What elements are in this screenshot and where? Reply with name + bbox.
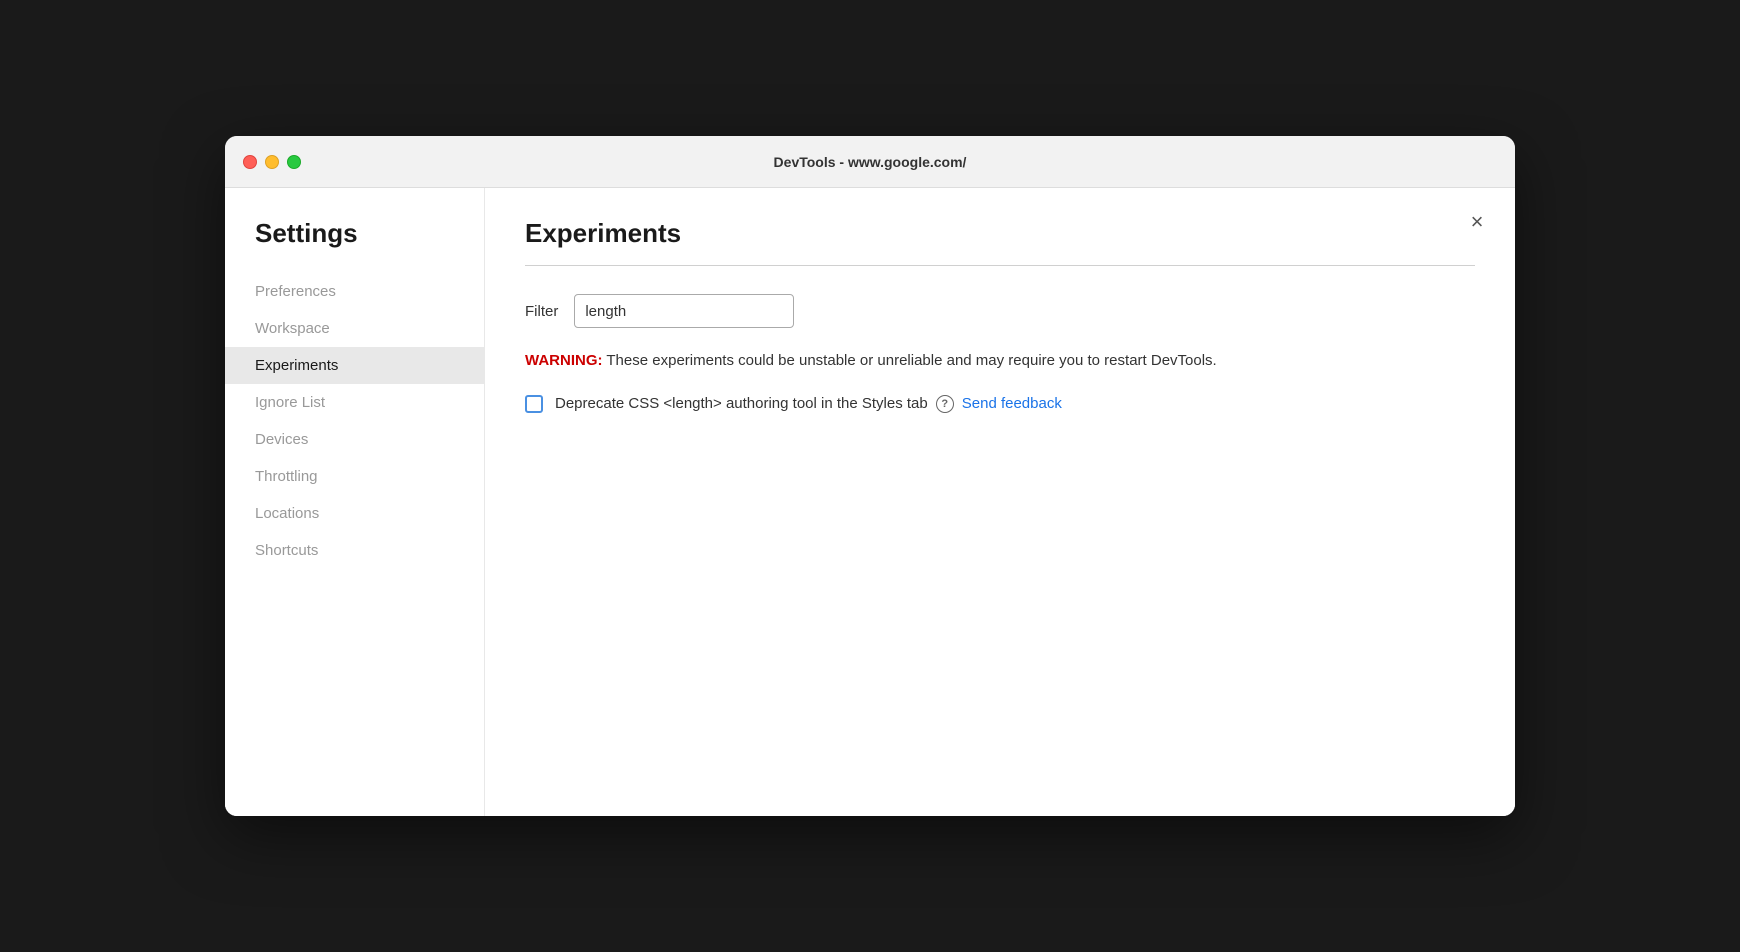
traffic-lights (243, 155, 301, 169)
devtools-window: DevTools - www.google.com/ Settings Pref… (225, 136, 1515, 816)
filter-input[interactable] (574, 294, 794, 328)
filter-label: Filter (525, 303, 558, 320)
sidebar-item-throttling[interactable]: Throttling (225, 458, 484, 495)
deprecate-css-length-checkbox[interactable] (525, 395, 543, 413)
panel-title: Experiments (525, 218, 1475, 249)
sidebar-item-locations[interactable]: Locations (225, 495, 484, 532)
close-button[interactable]: × (1463, 208, 1491, 236)
title-divider (525, 265, 1475, 266)
sidebar-item-workspace[interactable]: Workspace (225, 310, 484, 347)
sidebar-item-preferences[interactable]: Preferences (225, 273, 484, 310)
send-feedback-link[interactable]: Send feedback (962, 395, 1062, 412)
warning-box: WARNING: These experiments could be unst… (525, 350, 1475, 373)
warning-text: These experiments could be unstable or u… (603, 352, 1217, 369)
window-title: DevTools - www.google.com/ (774, 154, 967, 170)
sidebar-heading: Settings (225, 218, 484, 273)
titlebar: DevTools - www.google.com/ (225, 136, 1515, 188)
minimize-traffic-light[interactable] (265, 155, 279, 169)
help-icon[interactable]: ? (936, 395, 954, 413)
sidebar-item-ignore-list[interactable]: Ignore List (225, 384, 484, 421)
warning-prefix: WARNING: (525, 352, 603, 369)
experiment-row-inner: Deprecate CSS <length> authoring tool in… (555, 395, 1062, 413)
experiment-row: Deprecate CSS <length> authoring tool in… (525, 395, 1475, 413)
experiment-label: Deprecate CSS <length> authoring tool in… (555, 395, 928, 412)
filter-row: Filter (525, 294, 1475, 328)
sidebar: Settings Preferences Workspace Experimen… (225, 188, 485, 816)
content-area: Settings Preferences Workspace Experimen… (225, 188, 1515, 816)
main-panel: × Experiments Filter WARNING: These expe… (485, 188, 1515, 816)
sidebar-item-shortcuts[interactable]: Shortcuts (225, 532, 484, 569)
sidebar-item-experiments[interactable]: Experiments (225, 347, 484, 384)
close-traffic-light[interactable] (243, 155, 257, 169)
maximize-traffic-light[interactable] (287, 155, 301, 169)
sidebar-item-devices[interactable]: Devices (225, 421, 484, 458)
